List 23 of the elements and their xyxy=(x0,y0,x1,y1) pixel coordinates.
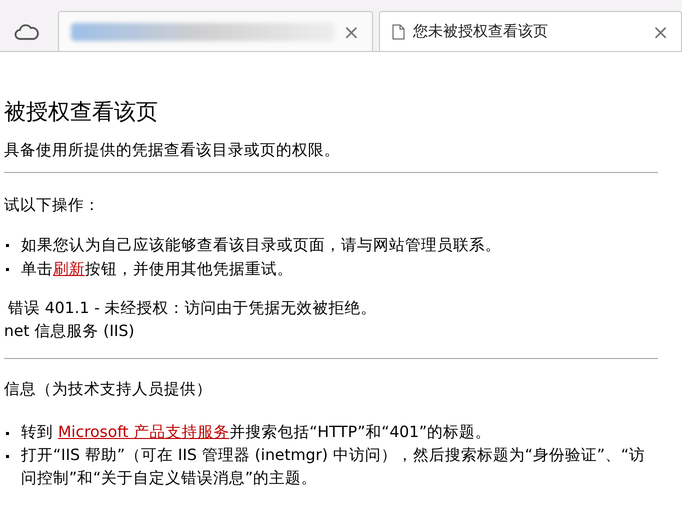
server-text: net 信息服务 (IIS) xyxy=(4,321,136,342)
link[interactable]: Microsoft 产品支持服务 xyxy=(58,423,230,441)
list-item-text: 如果您认为自己应该能够查看该目录或页面，请与网站管理员联系。 xyxy=(21,235,501,256)
list-item-text: 单击刷新按钮，并使用其他凭据重试。 xyxy=(21,259,293,280)
bullet-icon xyxy=(6,455,9,458)
list-item-text: 打开“IIS 帮助”（可在 IIS 管理器 (inetmgr) 中访问），然后搜索标题为“身份验证”、“访问控制”和“关于自定义错误消息”的主题。 xyxy=(21,445,646,489)
bullet-icon xyxy=(6,244,9,247)
browser-tab[interactable]: 您未被授权查看该页 × xyxy=(378,11,682,51)
bullet-icon xyxy=(6,432,9,435)
section-heading: 试以下操作： xyxy=(4,195,101,216)
document-icon xyxy=(392,24,405,40)
bullet-icon xyxy=(6,268,9,271)
intro-text: 具备使用所提供的凭据查看该目录或页的权限。 xyxy=(4,140,341,161)
error-text: 错误 401.1 - 未经授权：访问由于凭据无效被拒绝。 xyxy=(7,298,378,319)
cloud-icon[interactable] xyxy=(14,23,40,41)
section-heading: 信息（为技术支持人员提供） xyxy=(4,379,213,400)
link[interactable]: 刷新 xyxy=(53,260,85,278)
browser-tab[interactable]: × xyxy=(58,11,373,51)
list-item-text: 转到 Microsoft 产品支持服务并搜索包括“HTTP”和“401”的标题。 xyxy=(21,422,492,443)
page-heading: 被授权查看该页 xyxy=(4,99,159,127)
tab-title: 您未被授权查看该页 xyxy=(412,21,549,42)
close-button[interactable]: × xyxy=(343,22,360,42)
close-button[interactable]: × xyxy=(652,22,669,42)
